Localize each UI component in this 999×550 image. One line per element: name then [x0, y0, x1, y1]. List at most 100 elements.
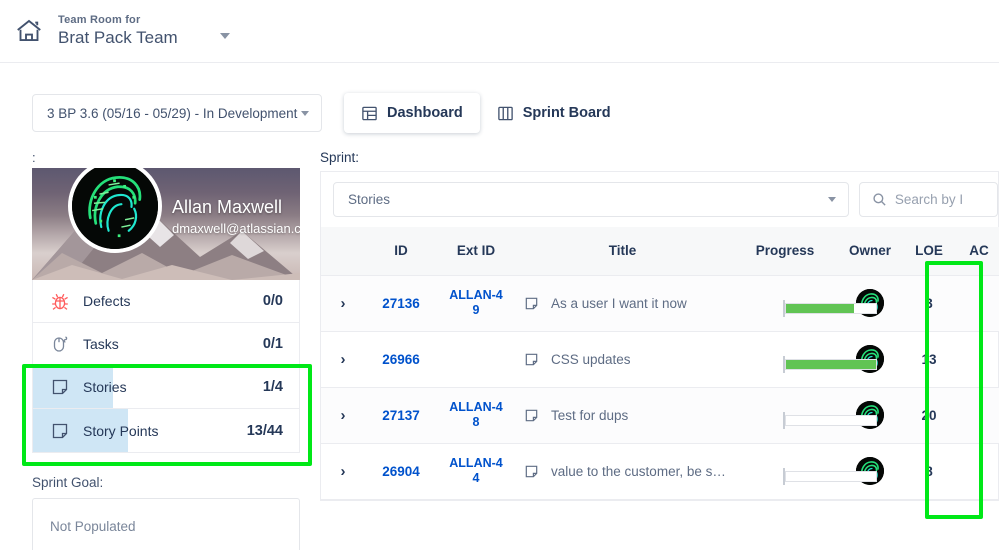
- filters-bar: Stories Search by I: [321, 172, 998, 227]
- row-ac-cell[interactable]: [958, 275, 999, 332]
- column-header-loe[interactable]: LOE: [900, 227, 958, 276]
- stat-row-story-points[interactable]: Story Points 13/44: [33, 409, 299, 452]
- stat-row-tasks[interactable]: Tasks 0/1: [33, 323, 299, 366]
- row-title-cell[interactable]: CSS updates: [515, 331, 730, 388]
- chevron-down-icon: [827, 197, 836, 202]
- chevron-right-icon[interactable]: ›: [341, 463, 346, 480]
- left-panel: : Allan Maxwell dmaxwell@atlassian.c Def…: [32, 150, 300, 550]
- tab-dashboard[interactable]: Dashboard: [344, 93, 480, 133]
- row-id-cell[interactable]: 27136: [365, 275, 437, 332]
- table-row[interactable]: › 27136 ALLAN-4 9 As a user I want it now…: [321, 275, 999, 332]
- row-expand-cell[interactable]: ›: [321, 443, 365, 500]
- avatar-image: [72, 168, 158, 249]
- row-id-link[interactable]: 27136: [382, 296, 420, 311]
- sprint-goal-label: Sprint Goal:: [32, 475, 104, 490]
- row-loe-cell[interactable]: 8: [900, 443, 958, 500]
- column-header-progress[interactable]: Progress: [730, 227, 840, 276]
- dashboard-icon: [362, 106, 377, 120]
- tab-dashboard-label: Dashboard: [387, 105, 463, 121]
- row-ac-cell[interactable]: [958, 387, 999, 444]
- row-ext-id-cell[interactable]: ALLAN-4 9: [437, 275, 515, 332]
- row-ext-id-link[interactable]: ALLAN-4 8: [449, 400, 502, 430]
- item-type-selector[interactable]: Stories: [333, 182, 849, 217]
- column-header-ac[interactable]: AC: [958, 227, 999, 276]
- row-id-cell[interactable]: 27137: [365, 387, 437, 444]
- row-expand-cell[interactable]: ›: [321, 387, 365, 444]
- note-icon: [52, 379, 68, 395]
- row-expand-cell[interactable]: ›: [321, 331, 365, 388]
- row-title-cell[interactable]: As a user I want it now: [515, 275, 730, 332]
- sprint-goal-box[interactable]: Not Populated: [32, 498, 300, 550]
- sprint-goal-value: Not Populated: [50, 519, 136, 534]
- chevron-right-icon[interactable]: ›: [341, 351, 346, 368]
- row-ext-id-cell[interactable]: ALLAN-4 4: [437, 443, 515, 500]
- search-input[interactable]: Search by I: [858, 182, 998, 217]
- row-id-cell[interactable]: 26904: [365, 443, 437, 500]
- row-ext-id-link[interactable]: ALLAN-4 9: [449, 288, 502, 318]
- mouse-icon: [53, 336, 68, 352]
- stat-label-tasks: Tasks: [83, 336, 119, 352]
- sprint-items-table: ID Ext ID Title Progress Owner LOE AC › …: [321, 227, 999, 500]
- row-title-cell[interactable]: value to the customer, be she inter...: [515, 443, 730, 500]
- column-header-expand[interactable]: [321, 227, 365, 276]
- stat-row-defects[interactable]: Defects 0/0: [33, 280, 299, 323]
- note-icon: [525, 409, 538, 421]
- home-icon[interactable]: [14, 16, 44, 46]
- row-loe-cell[interactable]: 13: [900, 331, 958, 388]
- sprint-selector[interactable]: 3 BP 3.6 (05/16 - 05/29) - In Developmen…: [32, 94, 322, 132]
- row-id-link[interactable]: 27137: [382, 408, 420, 423]
- row-progress-cell: [730, 387, 877, 444]
- app-root: Team Room for Brat Pack Team 3 BP 3.6 (0…: [0, 0, 999, 550]
- column-header-owner[interactable]: Owner: [840, 227, 900, 276]
- note-icon: [525, 465, 538, 477]
- chevron-right-icon[interactable]: ›: [341, 407, 346, 424]
- row-ext-id-cell[interactable]: ALLAN-4 8: [437, 387, 515, 444]
- chevron-right-icon[interactable]: ›: [341, 295, 346, 312]
- row-id-link[interactable]: 26966: [382, 352, 420, 367]
- stats-list: Defects 0/0 Tasks 0/1 Stories 1/4 Story …: [32, 280, 300, 453]
- table-row[interactable]: › 26966 CSS updates 13: [321, 331, 999, 388]
- column-header-title[interactable]: Title: [515, 227, 730, 276]
- row-id-link[interactable]: 26904: [382, 464, 420, 479]
- row-title-text: CSS updates: [551, 351, 631, 367]
- team-room-name: Brat Pack Team: [58, 28, 178, 47]
- row-progress-cell: [730, 331, 877, 388]
- row-loe-cell[interactable]: 20: [900, 387, 958, 444]
- tab-sprint-board[interactable]: Sprint Board: [480, 93, 628, 133]
- row-expand-cell[interactable]: ›: [321, 275, 365, 332]
- stat-label-stories: Stories: [83, 379, 127, 395]
- sprint-items-panel: Stories Search by I ID Ext ID Title Prog…: [320, 171, 999, 501]
- profile-card: Allan Maxwell dmaxwell@atlassian.com: [32, 168, 300, 280]
- profile-name: Allan Maxwell: [172, 197, 283, 217]
- progress-track: [785, 471, 877, 482]
- team-room-title: Team Room for Brat Pack Team: [58, 13, 178, 49]
- row-loe-value: 3: [925, 295, 933, 311]
- stat-value-defects: 0/0: [262, 293, 283, 309]
- team-room-eyebrow: Team Room for: [58, 14, 141, 26]
- row-ac-cell[interactable]: [958, 443, 999, 500]
- row-ext-id-link[interactable]: ALLAN-4 4: [449, 456, 502, 486]
- row-title-cell[interactable]: Test for dups: [515, 387, 730, 444]
- progress-track: [785, 415, 877, 426]
- row-ext-id-cell[interactable]: [437, 331, 515, 388]
- row-ac-cell[interactable]: [958, 331, 999, 388]
- column-header-ext-id[interactable]: Ext ID: [437, 227, 515, 276]
- row-title-text: As a user I want it now: [551, 295, 687, 311]
- progress-target-marker: [783, 412, 785, 429]
- row-loe-cell[interactable]: 3: [900, 275, 958, 332]
- view-tabs: Dashboard Sprint Board: [344, 93, 628, 133]
- team-room-dropdown-caret-icon[interactable]: [219, 33, 230, 39]
- stat-row-stories[interactable]: Stories 1/4: [33, 366, 299, 409]
- table-header-row: ID Ext ID Title Progress Owner LOE AC: [321, 227, 999, 276]
- table-row[interactable]: › 27137 ALLAN-4 8 Test for dups 20: [321, 387, 999, 444]
- board-columns-icon: [497, 106, 513, 120]
- stat-value-story-points: 13/44: [246, 422, 283, 439]
- table-body: › 27136 ALLAN-4 9 As a user I want it now…: [321, 275, 999, 500]
- table-row[interactable]: › 26904 ALLAN-4 4 value to the customer, …: [321, 443, 999, 500]
- sprint-selector-value: 3 BP 3.6 (05/16 - 05/29) - In Developmen…: [47, 105, 298, 121]
- row-id-cell[interactable]: 26966: [365, 331, 437, 388]
- stat-value-stories: 1/4: [262, 379, 283, 395]
- tab-sprint-board-label: Sprint Board: [522, 105, 611, 121]
- progress-fill: [786, 304, 854, 313]
- column-header-id[interactable]: ID: [365, 227, 437, 276]
